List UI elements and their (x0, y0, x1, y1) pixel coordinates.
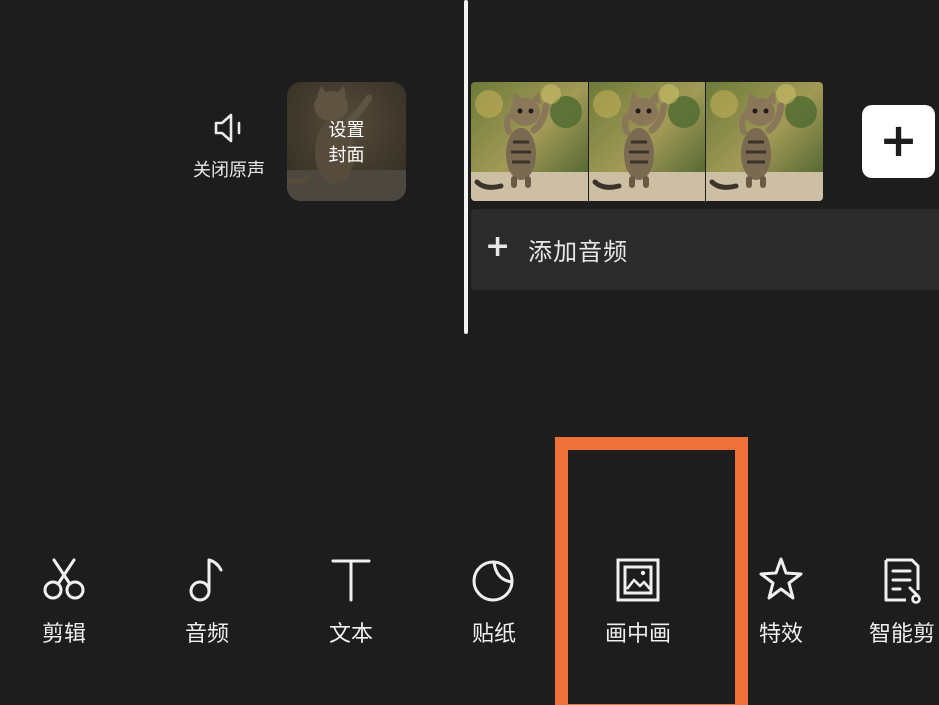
picture-in-picture-icon (616, 558, 660, 602)
tool-text-label: 文本 (328, 622, 373, 647)
tool-smart-edit[interactable]: 智能剪 (847, 554, 939, 648)
tool-audio-label: 音频 (184, 622, 229, 647)
tool-sticker[interactable]: 贴纸 (439, 554, 549, 648)
set-cover-label-line1: 设置 (328, 120, 365, 141)
tool-text[interactable]: 文本 (296, 554, 406, 648)
editor-screen: 关闭原声 设置 封面 + + 添加音频 剪辑 音频 文本 贴纸 画中画 特效 智… (0, 0, 939, 705)
tool-sticker-label: 贴纸 (471, 622, 516, 647)
set-cover-button[interactable]: 设置 封面 (287, 82, 406, 201)
kitten-frame-image (471, 82, 588, 201)
video-clip-track[interactable] (471, 82, 823, 201)
video-frame-thumbnail (471, 82, 588, 201)
scissors-icon (43, 558, 85, 600)
smart-edit-icon (884, 558, 921, 604)
tool-smart-edit-label: 智能剪 (868, 622, 935, 647)
playhead[interactable] (464, 0, 468, 334)
kitten-frame-image (706, 82, 823, 201)
mute-original-sound-button[interactable]: 关闭原声 (183, 108, 275, 188)
tool-edit-label: 剪辑 (41, 622, 86, 647)
bottom-toolbar: 剪辑 音频 文本 贴纸 画中画 特效 智能剪 (0, 540, 939, 660)
set-cover-label: 设置 封面 (287, 118, 406, 168)
tool-picture-in-picture-label: 画中画 (604, 622, 671, 647)
add-audio-plus-icon: + (485, 228, 511, 264)
text-icon (331, 559, 371, 602)
kitten-frame-image (588, 82, 706, 201)
video-frame-thumbnail (588, 82, 706, 201)
tool-effects-label: 特效 (758, 622, 803, 647)
mute-original-sound-label: 关闭原声 (193, 160, 265, 181)
plus-icon: + (879, 112, 918, 167)
music-note-icon (189, 558, 223, 602)
set-cover-label-line2: 封面 (328, 145, 365, 166)
speaker-icon (214, 113, 241, 143)
tool-edit[interactable]: 剪辑 (9, 554, 119, 648)
tool-picture-in-picture[interactable]: 画中画 (583, 554, 693, 648)
video-frame-thumbnail (706, 82, 823, 201)
add-clip-button[interactable]: + (862, 105, 935, 178)
star-effect-icon (759, 557, 803, 600)
add-audio-track[interactable]: + 添加音频 (471, 209, 939, 290)
tool-audio[interactable]: 音频 (152, 554, 262, 648)
add-audio-label: 添加音频 (528, 238, 629, 266)
sticker-icon (472, 560, 514, 602)
tool-effects[interactable]: 特效 (726, 554, 836, 648)
